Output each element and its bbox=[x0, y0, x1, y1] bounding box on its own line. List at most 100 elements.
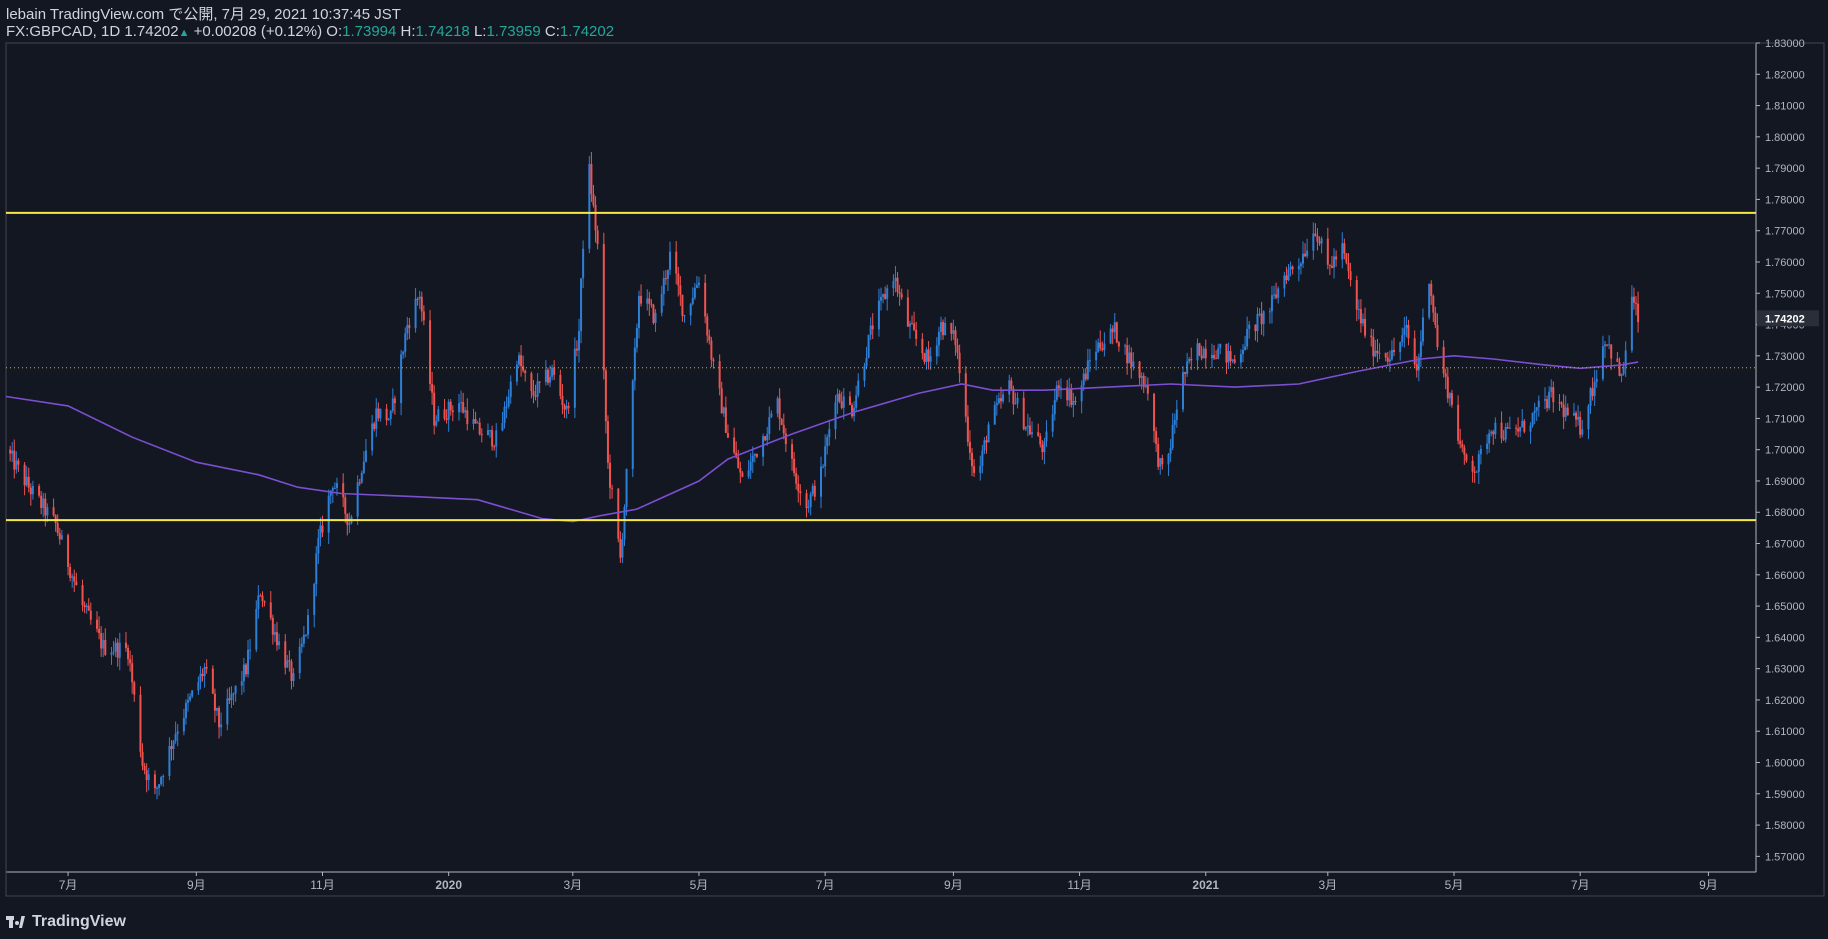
y-tick-label: 1.77000 bbox=[1765, 226, 1805, 238]
candle-body bbox=[118, 642, 121, 658]
candle-body bbox=[793, 458, 796, 474]
symbol-label[interactable]: FX:GBPCAD, 1D bbox=[6, 23, 120, 40]
y-tick-label: 1.62000 bbox=[1765, 695, 1805, 707]
candle-body bbox=[278, 641, 281, 646]
candle-body bbox=[1200, 355, 1203, 359]
candle-body bbox=[191, 690, 194, 697]
candle-body bbox=[979, 466, 982, 473]
candle-body bbox=[1117, 342, 1120, 347]
candle-body bbox=[1109, 328, 1112, 344]
candle-body bbox=[1175, 409, 1178, 420]
candle-body bbox=[1227, 351, 1230, 363]
candle-body bbox=[249, 649, 252, 651]
candle-body bbox=[1335, 256, 1338, 260]
candle-body bbox=[147, 774, 150, 781]
candle-body bbox=[1535, 407, 1538, 411]
candle-body bbox=[435, 420, 438, 426]
candle-body bbox=[927, 349, 930, 362]
candle-body bbox=[954, 330, 957, 346]
candle-body bbox=[292, 673, 295, 681]
candle-body bbox=[23, 464, 26, 486]
candle-body bbox=[842, 396, 845, 408]
candle-body bbox=[1515, 427, 1518, 429]
candle-body bbox=[1508, 427, 1511, 429]
candle-body bbox=[1072, 401, 1075, 406]
candle-body bbox=[983, 440, 986, 451]
candle-body bbox=[153, 774, 156, 789]
candle-body bbox=[544, 369, 547, 382]
candle-body bbox=[501, 423, 504, 431]
candle-body bbox=[447, 401, 450, 420]
candle-body bbox=[1589, 388, 1592, 406]
candle-body bbox=[189, 696, 192, 701]
candle-body bbox=[348, 523, 351, 525]
candle-body bbox=[1384, 352, 1387, 358]
candle-body bbox=[518, 355, 521, 365]
candle-body bbox=[1544, 399, 1547, 401]
time-axis[interactable]: 7月 9月 11月 2020 3月 5月 7月 9月 11月 2021 3月 5月 7月 9月 bbox=[59, 872, 1718, 892]
close-value: 1.74202 bbox=[559, 23, 615, 40]
x-tick-label: 2020 bbox=[435, 878, 462, 892]
candle-body bbox=[695, 284, 698, 288]
candle-body bbox=[226, 698, 229, 725]
candle-body bbox=[1002, 394, 1005, 402]
close-label: C: bbox=[544, 23, 560, 40]
candle-body bbox=[1618, 361, 1621, 376]
candle-body bbox=[677, 273, 680, 286]
x-tick-label: 7月 bbox=[59, 878, 78, 892]
candle-body bbox=[536, 381, 539, 397]
candle-body bbox=[863, 366, 866, 381]
candle-body bbox=[1045, 431, 1048, 442]
price-chart[interactable]: 1.57000 1.58000 1.59000 1.60000 1.61000 1.620… bbox=[0, 0, 1828, 939]
y-tick-label: 1.80000 bbox=[1765, 132, 1805, 144]
candle-body bbox=[327, 495, 330, 533]
candle-body bbox=[1399, 342, 1402, 353]
candle-body bbox=[1529, 425, 1532, 432]
candle-body bbox=[17, 460, 20, 465]
candle-body bbox=[551, 367, 554, 377]
brand-name: TradingView bbox=[32, 913, 126, 930]
candle-body bbox=[836, 393, 839, 403]
candle-body bbox=[1153, 393, 1156, 432]
tradingview-logo[interactable]: TradingView bbox=[6, 913, 126, 931]
candle-body bbox=[1246, 328, 1249, 347]
candle-body bbox=[1407, 324, 1410, 339]
x-tick-label: 7月 bbox=[816, 878, 835, 892]
candle-body bbox=[1039, 435, 1042, 445]
candle-body bbox=[869, 325, 872, 335]
candle-body bbox=[770, 413, 773, 418]
candle-body bbox=[362, 461, 365, 473]
candle-body bbox=[476, 422, 479, 424]
candle-body bbox=[635, 327, 638, 348]
candle-body bbox=[1262, 311, 1265, 325]
candle-body bbox=[1219, 343, 1222, 349]
candle-body bbox=[1446, 376, 1449, 399]
candle-body bbox=[96, 619, 99, 629]
candle-body bbox=[906, 297, 909, 327]
candle-body bbox=[594, 204, 597, 231]
candle-body bbox=[718, 361, 721, 389]
candle-body bbox=[950, 322, 953, 334]
plot-frame bbox=[5, 42, 1757, 873]
candle-body bbox=[486, 430, 489, 436]
x-tick-label: 3月 bbox=[563, 878, 582, 892]
candle-body bbox=[1082, 373, 1085, 386]
candle-body bbox=[871, 325, 874, 330]
low-label: L: bbox=[473, 23, 487, 40]
outer-frame bbox=[5, 42, 1825, 897]
y-tick-label: 1.70000 bbox=[1765, 445, 1805, 457]
candle-body bbox=[1318, 241, 1321, 244]
candle-body bbox=[69, 566, 72, 578]
candle-body bbox=[331, 488, 334, 491]
candle-body bbox=[1254, 324, 1257, 332]
candle-body bbox=[389, 410, 392, 419]
candle-body bbox=[811, 485, 814, 495]
candle-body bbox=[782, 424, 785, 434]
candle-body bbox=[1595, 378, 1598, 382]
y-tick-label: 1.73000 bbox=[1765, 351, 1805, 363]
y-tick-label: 1.68000 bbox=[1765, 507, 1805, 519]
candle-body bbox=[1637, 303, 1640, 323]
candle-body bbox=[73, 576, 76, 582]
candle-body bbox=[1289, 266, 1292, 270]
price-axis[interactable]: 1.57000 1.58000 1.59000 1.60000 1.61000 1.620… bbox=[1756, 38, 1819, 863]
